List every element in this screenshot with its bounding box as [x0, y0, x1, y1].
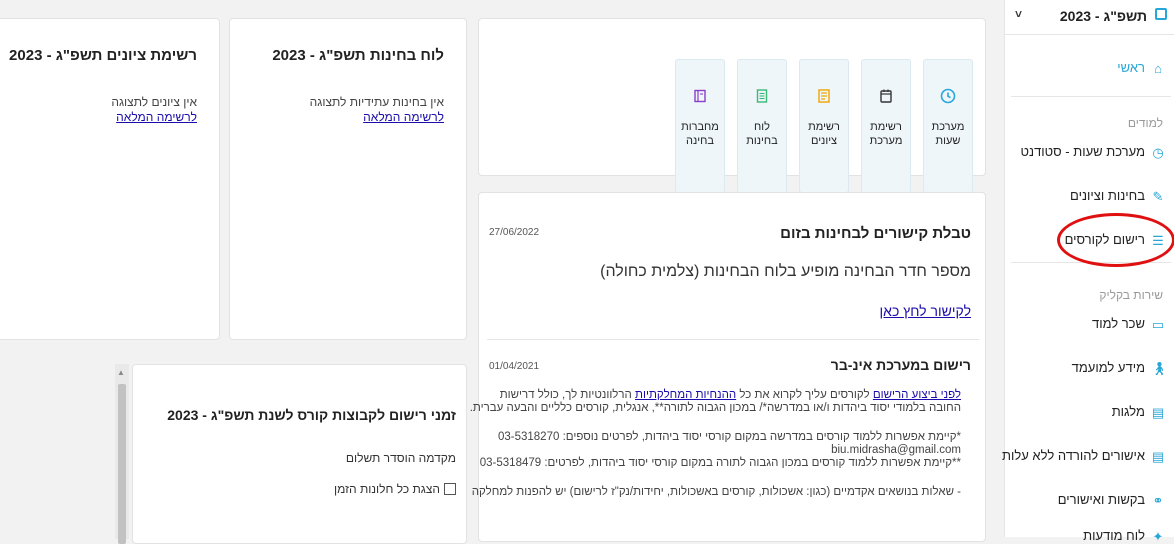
department-guidelines-link[interactable]: ההנחיות המחלקתיות	[635, 389, 736, 401]
sidebar-item-timetable[interactable]: מערכת שעות - סטודנט ◷	[1021, 144, 1165, 160]
scroll-thumb[interactable]	[118, 384, 126, 544]
grades-empty-text: אין ציונים לתצוגה	[111, 95, 197, 109]
sidebar-item-home-label: ראשי	[1117, 60, 1145, 75]
list-icon	[816, 88, 832, 104]
quick-link-schedule-list[interactable]: רשימת מערכת	[861, 59, 911, 193]
post-line-4-email: biu.midrasha@gmail.com	[831, 444, 961, 456]
sidebar-section-students: למודים	[1127, 116, 1163, 130]
post-title-inbar: רישום במערכת אינ-בר	[830, 357, 971, 373]
year-selector-label: תשפ"ג - 2023	[1059, 8, 1147, 24]
sidebar-section-services: שירות בקליק	[1099, 288, 1163, 302]
sidebar-item-requests-label: בקשות ואישורים	[1057, 492, 1145, 507]
post-date-zoom: 27/06/2022	[489, 227, 540, 238]
grades-list-title: רשימת ציונים תשפ"ג - 2023	[9, 47, 197, 64]
sidebar-item-download-confirmations[interactable]: אישורים להורדה ללא עלות ▤	[1002, 448, 1165, 464]
notebook-icon	[692, 88, 708, 104]
quick-link-schedule-list-label: רשימת מערכת	[869, 121, 903, 147]
sidebar-item-exams-grades[interactable]: בחינות וציונים ✎	[1070, 188, 1165, 204]
person-icon: 🚶︎	[1151, 360, 1168, 376]
before-registration-link[interactable]: לפני ביצוע הרישום	[873, 389, 961, 401]
sidebar-item-scholarships[interactable]: מלגות ▤	[1112, 404, 1165, 420]
registration-prerequisite: מקדמה הוסדר תשלום	[345, 451, 456, 465]
sidebar-item-more-label: לוח מודעות	[1083, 528, 1145, 543]
sidebar-item-exams-grades-label: בחינות וציונים	[1070, 188, 1145, 203]
line1-mid: לקורסים עליך לקרוא את כל	[736, 389, 873, 401]
sidebar-divider-2	[1011, 262, 1171, 263]
quick-link-grades-list-label: רשימת ציונים	[808, 121, 840, 147]
post-body-zoom: מספר חדר הבחינה מופיע בלוח הבחינות (צלמי…	[600, 263, 971, 280]
sidebar-item-applicant-info[interactable]: מידע למועמד 🚶︎	[1071, 360, 1168, 376]
calendar-icon	[1155, 8, 1167, 20]
post-line-5: **קיימת אפשרות ללמוד קורסים במכון הגבוה …	[479, 457, 961, 469]
sidebar-item-scholarships-label: מלגות	[1111, 404, 1145, 419]
quick-link-exam-notebooks[interactable]: מחברות בחינה	[675, 59, 725, 193]
exam-empty-text: אין בחינות עתידיות לתצוגה	[309, 95, 444, 109]
file-icon: ▤	[1151, 448, 1165, 464]
edit-icon: ✎	[1152, 188, 1164, 204]
sidebar-item-requests[interactable]: בקשות ואישורים ⚭	[1058, 492, 1165, 508]
post-line-6: - שאלות בנושאים אקדמיים (כגון: אשכולות, …	[471, 486, 961, 498]
sidebar-item-tuition-label: שכר למוד	[1091, 316, 1145, 331]
sidebar: תשפ"ג - 2023 ˅ ראשי ⌂ למודים מערכת שעות -…	[1002, 0, 1174, 543]
quick-link-exam-notebooks-label: מחברות בחינה	[681, 121, 719, 147]
wallet-icon: ▭	[1151, 316, 1165, 332]
post-line-3: *קיימת אפשרות ללמוד קורסים במדרשה במקום …	[497, 431, 961, 443]
sidebar-divider-1	[1011, 96, 1171, 97]
clock-icon: ◷	[1152, 144, 1164, 160]
show-all-label: הצגת כל חלונות הזמן	[334, 482, 440, 496]
post-line-1: לפני ביצוע הרישום לקורסים עליך לקרוא את …	[491, 389, 961, 402]
quick-link-grades-list[interactable]: רשימת ציונים	[799, 59, 849, 193]
registration-times-title: זמני רישום לקבוצות קורס לשנת תשפ"ג - 202…	[167, 407, 456, 423]
exam-schedule-card: לוח בחינות תשפ"ג - 2023 אין בחינות עתידי…	[229, 18, 467, 340]
grades-list-card: רשימת ציונים תשפ"ג - 2023 אין ציונים לתצ…	[0, 18, 220, 340]
line1-end: הרלוונטיות לך, כולל דרישות	[499, 389, 636, 401]
requests-icon: ⚭	[1152, 492, 1164, 508]
sidebar-item-course-registration-label: רישום לקורסים	[1064, 232, 1145, 247]
post-date-inbar: 01/04/2021	[489, 361, 540, 372]
document-icon	[754, 88, 770, 104]
quick-link-timetable-label: מערכת שעות	[931, 121, 965, 147]
calendar-icon	[878, 88, 894, 104]
quick-link-timetable[interactable]: מערכת שעות	[923, 59, 973, 193]
year-selector[interactable]: תשפ"ג - 2023 ˅	[1005, 0, 1174, 35]
sidebar-item-applicant-info-label: מידע למועמד	[1071, 360, 1145, 375]
register-icon: ☰	[1152, 232, 1164, 248]
sidebar-item-more[interactable]: לוח מודעות ✦	[1083, 528, 1165, 544]
clock-icon	[940, 88, 956, 104]
sidebar-item-home[interactable]: ראשי ⌂	[1117, 60, 1165, 76]
quick-link-exam-schedule-label: לוח בחינות	[746, 121, 778, 147]
post-line-2: החובה בלמודי יסוד ביהדות ו/או במדרשה*/ ב…	[469, 402, 961, 414]
announcements-card: טבלת קישורים לבחינות בזום 27/06/2022 מספ…	[469, 192, 986, 542]
exam-schedule-title: לוח בחינות תשפ"ג - 2023	[272, 47, 444, 64]
home-icon: ⌂	[1154, 60, 1162, 76]
sidebar-item-timetable-label: מערכת שעות - סטודנט	[1020, 144, 1145, 159]
show-all-windows-option[interactable]: הצגת כל חלונות הזמן	[334, 482, 456, 496]
grades-full-list-link[interactable]: לרשימה המלאה	[116, 110, 197, 124]
scroll-up-arrow[interactable]: ▲	[117, 368, 125, 377]
registration-scrollbar[interactable]: ▲	[115, 364, 129, 544]
registration-times-card: זמני רישום לקבוצות קורס לשנת תשפ"ג - 202…	[132, 364, 467, 544]
document-icon: ▤	[1151, 404, 1165, 420]
post-link-zoom[interactable]: לקישור לחץ כאן	[880, 303, 971, 319]
sidebar-item-download-confirmations-label: אישורים להורדה ללא עלות	[1002, 448, 1145, 463]
quick-links-card: מערכת שעות רשימת מערכת רשימת ציונים לוח …	[478, 18, 986, 193]
chevron-down-icon: ˅	[1015, 7, 1023, 21]
show-all-checkbox[interactable]	[444, 483, 456, 495]
sidebar-item-course-registration[interactable]: רישום לקורסים ☰	[1065, 232, 1165, 248]
post-divider	[487, 339, 979, 340]
sidebar-item-tuition[interactable]: שכר למוד ▭	[1092, 316, 1165, 332]
quick-link-exam-schedule[interactable]: לוח בחינות	[737, 59, 787, 193]
post-body-inbar: לפני ביצוע הרישום לקורסים עליך לקרוא את …	[469, 389, 961, 499]
post-title-zoom: טבלת קישורים לבחינות בזום	[780, 225, 971, 242]
exam-full-list-link[interactable]: לרשימה המלאה	[363, 110, 444, 124]
